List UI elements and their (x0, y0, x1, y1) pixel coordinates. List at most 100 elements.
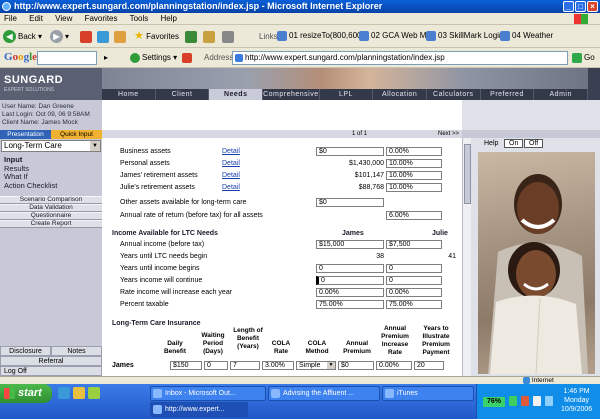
tab-admin[interactable]: Admin (534, 89, 589, 100)
google-settings-button[interactable]: Settings ▾ (130, 51, 177, 65)
favorites-button[interactable]: ★ Favorites (134, 28, 179, 45)
back-button[interactable]: ◀ Back ▾ (3, 28, 42, 45)
help-on-button[interactable]: On (504, 139, 524, 148)
link-weather[interactable]: 04 Weather (499, 29, 553, 43)
scrollbar-thumb[interactable] (464, 144, 471, 204)
premium-increase-rate-input[interactable]: 0.00% (376, 361, 412, 370)
tab-client[interactable]: Client (156, 89, 210, 100)
daily-benefit-input[interactable]: $150 (170, 361, 202, 370)
annual-premium-input[interactable]: $0 (338, 361, 374, 370)
james-income-increase-input[interactable]: 0.00% (316, 288, 384, 297)
taskbar-item-advising[interactable]: Advising the Affluent ... (268, 386, 380, 401)
presentation-button[interactable]: Presentation (0, 130, 51, 139)
tab-allocation-master[interactable]: Allocation Master (373, 89, 427, 109)
asset-rate-input[interactable]: 0.00% (386, 147, 442, 156)
referral-button[interactable]: Referral (0, 356, 102, 366)
tab-home[interactable]: Home (102, 89, 156, 100)
google-go-button[interactable]: ▸ (104, 51, 108, 65)
questionnaire-button[interactable]: Questionnaire (0, 212, 102, 220)
james-years-income-continue-input[interactable]: 0 (316, 276, 384, 285)
julie-income-input[interactable]: $7,500 (386, 240, 442, 249)
other-assets-input[interactable]: $0 (316, 198, 384, 207)
link-resize[interactable]: 01 resizeTo(800,600) (276, 29, 364, 43)
address-input[interactable]: http://www.expert.sungard.com/planningst… (232, 51, 568, 65)
volume-icon[interactable] (545, 396, 553, 406)
julie-years-until-income-input[interactable]: 0 (386, 264, 442, 273)
stop-button[interactable] (80, 28, 92, 45)
app-header: SUNGARD EXPERT SOLUTIONS Home Client Nee… (0, 68, 600, 109)
years-premium-payment-input[interactable]: 20 (414, 361, 444, 370)
print-button[interactable] (222, 28, 234, 45)
menu-view[interactable]: View (55, 14, 72, 23)
outlook-quicklaunch-icon[interactable] (73, 387, 85, 399)
detail-link[interactable]: Detail (222, 158, 240, 169)
tab-preferred[interactable]: Preferred (481, 89, 535, 100)
history-button[interactable] (185, 28, 197, 45)
start-button[interactable]: start (0, 384, 52, 403)
help-off-button[interactable]: Off (524, 139, 544, 148)
topic-select[interactable]: Long-Term Care ▼ (1, 140, 101, 152)
julie-years-income-continue-input[interactable]: 0 (386, 276, 442, 285)
quick-input-button[interactable]: Quick Input (51, 130, 102, 139)
asset-row: Julie's retirement assets Detail $88,768… (102, 182, 462, 193)
create-report-button[interactable]: Create Report (0, 220, 102, 228)
cola-method-select[interactable]: Simple ▼ (296, 361, 336, 370)
tab-lpl[interactable]: LPL (320, 89, 374, 100)
link-skillmark-login[interactable]: 03 SkillMark Login (425, 29, 503, 43)
forward-button[interactable]: ▶ ▾ (50, 28, 69, 45)
detail-link[interactable]: Detail (222, 170, 240, 181)
battery-icon[interactable] (509, 396, 517, 406)
james-years-until-income-input[interactable]: 0 (316, 264, 384, 273)
james-percent-taxable-input[interactable]: 75.00% (316, 300, 384, 309)
waiting-period-input[interactable]: 0 (204, 361, 228, 370)
next-link[interactable]: Next >> (438, 130, 459, 138)
tab-comprehensive[interactable]: Comprehensive (263, 89, 320, 100)
menu-tools[interactable]: Tools (130, 14, 149, 23)
refresh-button[interactable] (97, 28, 109, 45)
tab-needs-analysis[interactable]: Needs Analysis (209, 89, 264, 109)
maximize-button[interactable]: □ (575, 1, 586, 12)
cola-rate-input[interactable]: 3.00% (262, 361, 294, 370)
length-of-benefit-input[interactable]: 7 (230, 361, 260, 370)
asset-rate-input[interactable]: 10.00% (386, 183, 442, 192)
links-label: Links (259, 32, 278, 41)
asset-rate-input[interactable]: 10.00% (386, 159, 442, 168)
menu-file[interactable]: File (4, 14, 17, 23)
data-validation-button[interactable]: Data Validation (0, 204, 102, 212)
menu-edit[interactable]: Edit (29, 14, 43, 23)
vertical-scrollbar[interactable] (462, 138, 471, 376)
julie-income-increase-input[interactable]: 0.00% (386, 288, 442, 297)
minimize-button[interactable]: _ (563, 1, 574, 12)
network-icon[interactable] (533, 396, 541, 406)
asset-rate-input[interactable]: 10.00% (386, 171, 442, 180)
menu-help[interactable]: Help (161, 14, 177, 23)
taskbar-item-inbox[interactable]: Inbox - Microsoft Out... (150, 386, 266, 401)
clock[interactable]: 1:46 PM Monday 10/9/2006 (561, 387, 592, 414)
detail-link[interactable]: Detail (222, 146, 240, 157)
asset-value-input[interactable]: $0 (316, 147, 384, 156)
home-button[interactable] (114, 28, 126, 45)
google-popup-button[interactable] (182, 51, 192, 65)
ie-logo-icon (2, 2, 11, 11)
taskbar-item-ie[interactable]: http://www.expert... (150, 402, 248, 417)
mail-button[interactable] (203, 28, 215, 45)
go-button[interactable]: Go (572, 51, 595, 65)
link-gca-web-mail[interactable]: 02 GCA Web Mail (358, 29, 434, 43)
notes-button[interactable]: Notes (51, 346, 102, 356)
taskbar-item-itunes[interactable]: iTunes (382, 386, 474, 401)
tray-app-icon[interactable] (521, 396, 529, 406)
disclosure-button[interactable]: Disclosure (0, 346, 51, 356)
detail-link[interactable]: Detail (222, 182, 240, 193)
close-button[interactable]: × (587, 1, 598, 12)
ie-quicklaunch-icon[interactable] (58, 387, 70, 399)
google-search-input[interactable] (37, 51, 97, 65)
subnav-action-checklist[interactable]: Action Checklist (0, 181, 102, 191)
scenario-comparison-button[interactable]: Scenario Comparison (0, 196, 102, 204)
desktop-quicklaunch-icon[interactable] (88, 387, 100, 399)
james-income-input[interactable]: $15,000 (316, 240, 384, 249)
menu-favorites[interactable]: Favorites (85, 14, 118, 23)
julie-percent-taxable-input[interactable]: 75.00% (386, 300, 442, 309)
tab-calculators[interactable]: Calculators (427, 89, 481, 100)
logoff-button[interactable]: Log Off (0, 366, 102, 376)
annual-rate-input[interactable]: 6.00% (386, 211, 442, 220)
